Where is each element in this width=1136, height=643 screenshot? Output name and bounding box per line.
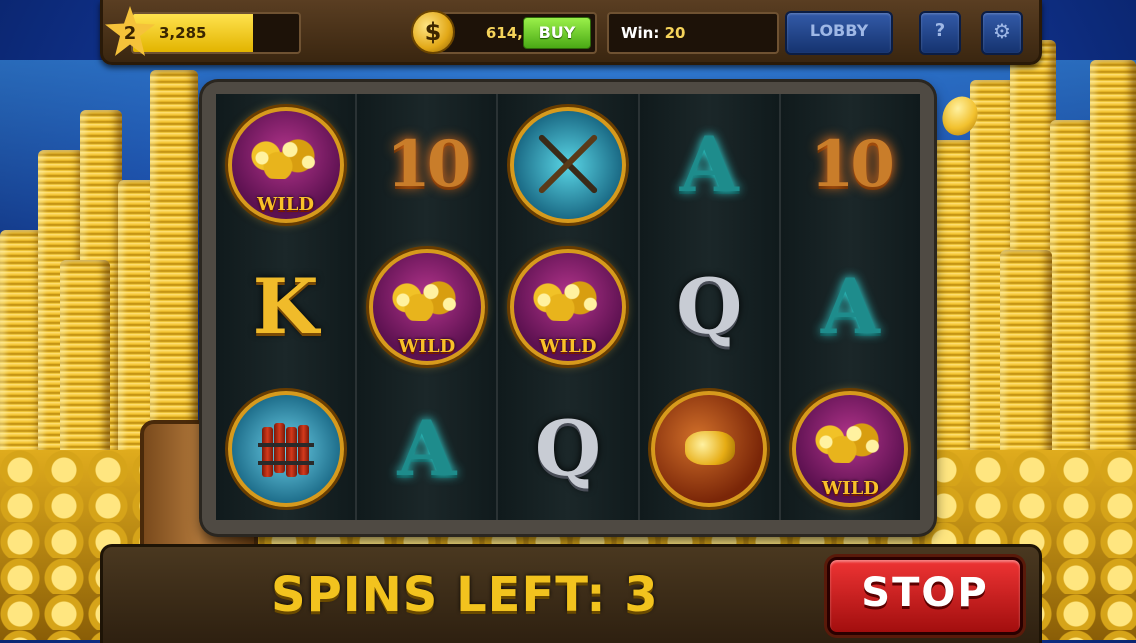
queen-symbol: Q <box>676 262 743 351</box>
wild-label: WILD <box>398 336 456 357</box>
reel-3: WILD Q <box>498 94 640 520</box>
spins-left-display: SPINS LEFT: 3 <box>271 567 659 623</box>
wild-label: WILD <box>821 478 879 499</box>
reel-2: 10 WILD A <box>357 94 499 520</box>
help-button[interactable]: ? <box>919 11 961 55</box>
reel-5: 10 A WILD <box>780 94 921 520</box>
king-symbol: K <box>252 262 319 351</box>
win-display: Win: 20 <box>621 14 685 52</box>
ten-symbol: 10 <box>386 127 471 202</box>
symbol-queen: Q <box>498 378 637 520</box>
reel-4: A Q <box>639 94 781 520</box>
top-bar: 2 3,285 $ 614,168 BUY Win: 20 LOBBY ? ⚙ <box>100 0 1042 65</box>
symbol-wild: WILD <box>781 378 920 520</box>
xp-value: 3,285 <box>159 24 207 42</box>
symbol-ace: A <box>357 378 496 520</box>
settings-button[interactable]: ⚙ <box>981 11 1023 55</box>
stop-button[interactable]: STOP <box>827 557 1023 635</box>
dynamite-icon <box>227 391 344 507</box>
win-panel: Win: 20 <box>607 12 779 54</box>
ace-symbol: A <box>679 120 739 209</box>
gold-nugget-icon <box>245 137 326 179</box>
queen-symbol: Q <box>534 404 602 493</box>
pickaxe-shovel-icon <box>510 107 626 223</box>
wild-symbol-icon: WILD <box>510 249 626 365</box>
gold-nugget-icon <box>810 421 891 463</box>
gear-icon: ⚙ <box>993 19 1011 43</box>
symbol-king: K <box>216 236 355 378</box>
wild-label: WILD <box>539 336 597 357</box>
symbol-gold-pan <box>640 378 779 520</box>
symbol-wild: WILD <box>357 236 496 378</box>
slot-machine-frame: WILD K 10 WILD A WILD Q A Q 10 A WILD <box>202 82 934 534</box>
symbol-dynamite <box>216 378 355 520</box>
symbol-ten: 10 <box>357 94 496 236</box>
lobby-button[interactable]: LOBBY <box>785 11 893 55</box>
win-value: 20 <box>664 24 686 42</box>
wild-symbol-icon: WILD <box>227 107 344 223</box>
symbol-queen: Q <box>640 236 779 378</box>
reel-grid: WILD K 10 WILD A WILD Q A Q 10 A WILD <box>216 94 921 520</box>
ten-symbol: 10 <box>809 127 895 202</box>
gold-nugget-icon <box>528 279 608 321</box>
win-label: Win: <box>621 24 660 42</box>
gold-pan-icon <box>651 391 768 507</box>
wild-symbol-icon: WILD <box>368 249 485 365</box>
symbol-ace: A <box>781 236 920 378</box>
ace-symbol: A <box>397 404 457 493</box>
symbol-ace: A <box>640 94 779 236</box>
symbol-ten: 10 <box>781 94 920 236</box>
symbol-pickaxe <box>498 94 637 236</box>
buy-button[interactable]: BUY <box>523 17 591 49</box>
wild-symbol-icon: WILD <box>792 391 909 507</box>
symbol-wild: WILD <box>216 94 355 236</box>
ace-symbol: A <box>820 262 880 351</box>
spins-left-label: SPINS LEFT: <box>271 567 607 623</box>
gold-nugget-icon <box>386 279 467 321</box>
spins-left-value: 3 <box>624 567 659 623</box>
dollar-coin-icon: $ <box>411 10 455 54</box>
level-number: 2 <box>123 22 137 44</box>
xp-bar: 3,285 <box>131 12 301 54</box>
wild-label: WILD <box>257 194 315 215</box>
reel-1: WILD K <box>216 94 358 520</box>
bottom-bar: SPINS LEFT: 3 STOP <box>100 544 1042 643</box>
symbol-wild: WILD <box>498 236 637 378</box>
